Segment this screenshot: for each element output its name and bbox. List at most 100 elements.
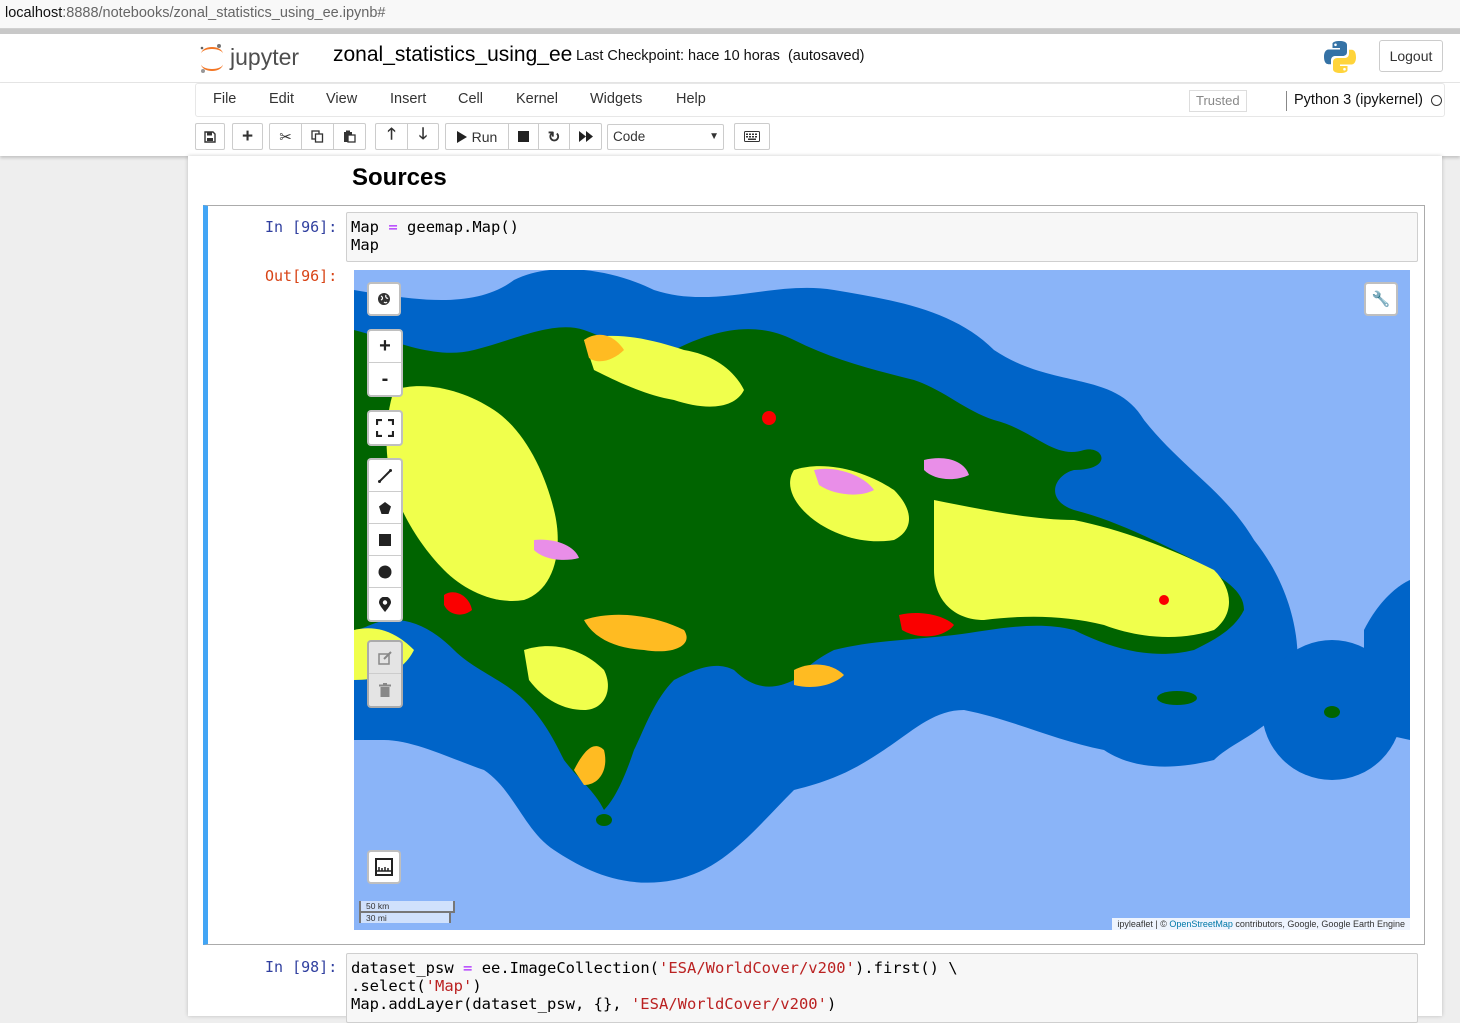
zoom-out-button[interactable]: - xyxy=(369,363,401,395)
draw-toolbar xyxy=(367,458,403,622)
edit-toolbar xyxy=(367,640,403,708)
code-token: geemap.Map() xyxy=(407,218,520,236)
interrupt-button[interactable] xyxy=(508,123,539,150)
fast-forward-icon xyxy=(578,131,593,142)
draw-circle-icon[interactable] xyxy=(369,556,401,588)
draw-rectangle-icon[interactable] xyxy=(369,524,401,556)
menu-insert[interactable]: Insert xyxy=(390,91,426,107)
zoom-in-button[interactable]: + xyxy=(369,331,401,363)
edit-layers-icon[interactable] xyxy=(369,642,401,674)
attribution-text: contributors, Google, Google Earth Engin… xyxy=(1232,919,1405,929)
attribution-text: ipyleaflet | © xyxy=(1117,919,1170,929)
jupyter-header: jupyter zonal_statistics_using_ee Last C… xyxy=(0,34,1460,83)
autosave-status: (autosaved) xyxy=(787,48,865,64)
code-token: ) xyxy=(472,977,482,995)
code-token: = xyxy=(388,218,398,236)
notebook-name[interactable]: zonal_statistics_using_ee xyxy=(333,43,572,67)
toolbar-button[interactable]: 🔧 xyxy=(1364,282,1398,316)
menu-cell[interactable]: Cell xyxy=(458,91,483,107)
restart-icon: ↻ xyxy=(547,128,561,146)
url-host: localhost xyxy=(5,5,63,21)
play-icon xyxy=(456,130,467,143)
draw-polygon-icon[interactable] xyxy=(369,492,401,524)
run-button[interactable]: Run xyxy=(445,123,509,150)
code-token: ) xyxy=(826,995,837,1013)
measure-button[interactable] xyxy=(367,850,401,884)
move-down-button[interactable]: 🡓 xyxy=(407,123,439,150)
land-cover-map[interactable] xyxy=(354,270,1410,930)
menu-widgets[interactable]: Widgets xyxy=(590,91,642,107)
scale-bar: 50 km 30 mi xyxy=(359,901,455,923)
cell-type-select[interactable]: Code ▼ xyxy=(607,124,724,150)
kernel-idle-indicator-icon xyxy=(1431,95,1442,106)
menu-edit[interactable]: Edit xyxy=(269,91,294,107)
code-editor[interactable]: dataset_psw = ee.ImageCollection('ESA/Wo… xyxy=(346,953,1418,1023)
cut-button[interactable]: ✂ xyxy=(269,123,302,150)
draw-polyline-icon[interactable] xyxy=(369,460,401,492)
map-widget[interactable]: 🔧 + - 50 km 30 mi ipyleaflet | © OpenStr… xyxy=(354,270,1410,930)
ruler-icon xyxy=(369,852,399,882)
built-up-area xyxy=(762,411,776,425)
restart-run-all-button[interactable] xyxy=(569,123,602,150)
map-attribution: ipyleaflet | © OpenStreetMap contributor… xyxy=(1112,918,1410,930)
command-palette-button[interactable] xyxy=(734,123,770,150)
island-landmass xyxy=(1324,706,1340,718)
logout-button[interactable]: Logout xyxy=(1379,40,1443,72)
code-token: ).first() \ xyxy=(854,959,958,977)
code-string: 'Map' xyxy=(425,977,473,995)
code-token: Map xyxy=(351,218,379,236)
menubar-container: File Edit View Insert Cell Kernel Widget… xyxy=(0,83,1460,156)
wrench-icon: 🔧 xyxy=(1371,291,1391,308)
kernel-name[interactable]: Python 3 (ipykernel) xyxy=(1294,92,1423,108)
chevron-down-icon: ▼ xyxy=(709,131,719,142)
arrow-up-icon: 🡑 xyxy=(387,126,396,143)
stop-icon xyxy=(518,131,529,142)
plus-icon: + xyxy=(241,126,254,147)
built-up-area xyxy=(1159,595,1169,605)
island-landmass xyxy=(1157,691,1197,705)
menu-help[interactable]: Help xyxy=(676,91,706,107)
restart-button[interactable]: ↻ xyxy=(538,123,570,150)
output-prompt: Out[96]: xyxy=(265,267,338,285)
keyboard-icon xyxy=(744,131,760,142)
move-up-button[interactable]: 🡑 xyxy=(375,123,408,150)
zoom-control: + - xyxy=(367,329,403,397)
copy-icon xyxy=(311,130,324,143)
arrow-down-icon: 🡓 xyxy=(418,126,428,143)
fullscreen-icon xyxy=(369,412,401,444)
menu-kernel[interactable]: Kernel xyxy=(516,91,558,107)
draw-marker-icon[interactable] xyxy=(369,588,401,620)
code-token: Map xyxy=(351,236,379,254)
paste-button[interactable] xyxy=(333,123,366,150)
address-bar[interactable]: localhost:8888/notebooks/zonal_statistic… xyxy=(0,0,1460,29)
fullscreen-button[interactable] xyxy=(367,410,403,446)
code-string: 'ESA/WorldCover/v200' xyxy=(630,995,827,1013)
markdown-heading: Sources xyxy=(352,164,447,191)
menu-view[interactable]: View xyxy=(326,91,357,107)
run-label: Run xyxy=(471,128,498,145)
trusted-badge[interactable]: Trusted xyxy=(1189,90,1247,112)
paste-icon xyxy=(344,130,356,143)
checkpoint-text: Last Checkpoint: hace 10 horas xyxy=(576,48,780,64)
checkpoint-status: Last Checkpoint: hace 10 horas (autosaved… xyxy=(576,48,865,64)
jupyter-logo[interactable]: jupyter xyxy=(197,40,321,76)
save-icon xyxy=(204,130,216,143)
menu-file[interactable]: File xyxy=(213,91,236,107)
save-button[interactable] xyxy=(195,123,225,150)
logo-text: jupyter xyxy=(229,44,299,70)
delete-layers-icon[interactable] xyxy=(369,674,401,706)
code-token: ee.ImageCollection( xyxy=(481,959,659,977)
menubar: File Edit View Insert Cell Kernel Widget… xyxy=(195,83,1445,117)
code-editor[interactable]: Map = geemap.Map() Map xyxy=(346,212,1418,262)
basemap-selector-button[interactable] xyxy=(367,282,401,316)
cell-type-value: Code xyxy=(613,129,646,144)
code-token: .select( xyxy=(351,977,426,995)
kernel-divider xyxy=(1286,91,1287,111)
input-prompt: In [96]: xyxy=(265,218,338,236)
insert-cell-button[interactable]: + xyxy=(232,123,263,150)
code-token: dataset_psw xyxy=(351,959,454,977)
code-string: 'ESA/WorldCover/v200' xyxy=(659,959,855,977)
copy-button[interactable] xyxy=(301,123,334,150)
osm-link[interactable]: OpenStreetMap xyxy=(1169,919,1233,929)
code-token: = xyxy=(463,959,473,977)
